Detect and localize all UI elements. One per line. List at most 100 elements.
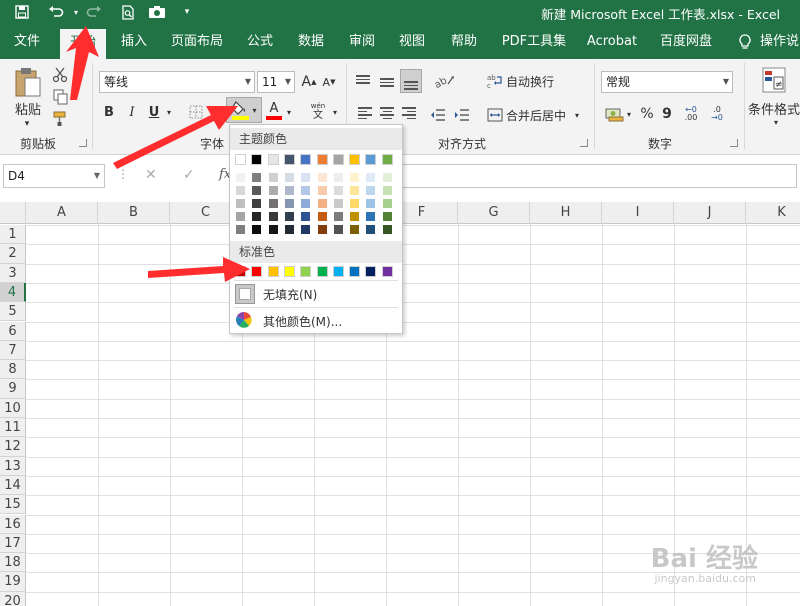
redo-icon[interactable]	[84, 3, 104, 21]
cancel-entry-button[interactable]: ✕	[145, 167, 157, 183]
theme-color-shade-swatch[interactable]	[349, 211, 361, 222]
borders-dropdown-icon[interactable]: ▾	[206, 101, 216, 123]
tab-view[interactable]: 视图	[390, 25, 434, 59]
theme-color-swatch[interactable]	[283, 154, 295, 165]
theme-color-swatch[interactable]	[251, 154, 263, 165]
theme-color-shade-swatch[interactable]	[316, 224, 328, 235]
row-header[interactable]: 20	[0, 591, 26, 606]
conditional-formatting-button[interactable]: 条件格式	[748, 99, 800, 118]
increase-indent-icon[interactable]	[452, 105, 472, 125]
theme-color-swatch[interactable]	[381, 154, 393, 165]
theme-color-shade-swatch[interactable]	[349, 172, 361, 183]
print-preview-icon[interactable]	[118, 3, 138, 21]
align-left-icon[interactable]	[358, 105, 376, 125]
row-header[interactable]: 9	[0, 379, 26, 399]
column-header[interactable]: I	[602, 202, 674, 224]
wrap-text-icon[interactable]: ab c	[486, 71, 504, 91]
theme-color-shade-swatch[interactable]	[283, 224, 295, 235]
tab-page-layout[interactable]: 页面布局	[162, 25, 232, 59]
row-header[interactable]: 1	[0, 225, 26, 245]
theme-color-shade-swatch[interactable]	[332, 172, 344, 183]
clipboard-launcher-icon[interactable]	[79, 139, 87, 147]
theme-color-shade-swatch[interactable]	[332, 224, 344, 235]
theme-color-shade-swatch[interactable]	[365, 172, 377, 183]
theme-color-shade-swatch[interactable]	[251, 198, 263, 209]
underline-dropdown-icon[interactable]: ▾	[164, 101, 174, 123]
align-center-icon[interactable]	[380, 105, 398, 125]
camera-icon[interactable]	[147, 3, 167, 21]
theme-color-shade-swatch[interactable]	[300, 172, 312, 183]
name-box[interactable]: D4 ▼	[3, 164, 105, 188]
align-right-icon[interactable]	[402, 105, 420, 125]
theme-color-shade-swatch[interactable]	[267, 198, 279, 209]
cut-icon[interactable]	[50, 65, 70, 85]
theme-color-shade-swatch[interactable]	[365, 211, 377, 222]
theme-color-swatch[interactable]	[316, 154, 328, 165]
tab-acrobat[interactable]: Acrobat	[580, 25, 644, 59]
theme-color-shade-swatch[interactable]	[283, 185, 295, 196]
tab-insert[interactable]: 插入	[112, 25, 156, 59]
theme-color-shade-swatch[interactable]	[283, 172, 295, 183]
row-header[interactable]: 13	[0, 456, 26, 476]
grow-font-button[interactable]: A ▲	[300, 71, 318, 93]
number-launcher-icon[interactable]	[730, 139, 738, 147]
theme-color-swatch[interactable]	[235, 154, 246, 165]
bold-button[interactable]: B	[101, 101, 117, 123]
theme-color-shade-swatch[interactable]	[316, 185, 328, 196]
format-painter-icon[interactable]	[50, 109, 70, 129]
standard-color-swatch[interactable]	[300, 266, 312, 277]
comma-style-button[interactable]: 9	[660, 103, 674, 125]
accounting-dropdown-icon[interactable]: ▾	[625, 103, 633, 125]
lightbulb-icon[interactable]	[736, 25, 754, 59]
row-header[interactable]: 3	[0, 263, 26, 283]
merge-dropdown-icon[interactable]: ▾	[572, 105, 582, 125]
undo-icon[interactable]	[46, 3, 66, 21]
increase-decimal-button[interactable]: ←0.00	[680, 103, 702, 125]
theme-color-shade-swatch[interactable]	[251, 224, 263, 235]
theme-color-shade-swatch[interactable]	[251, 172, 263, 183]
theme-color-shade-swatch[interactable]	[300, 224, 312, 235]
drag-handle-icon[interactable]: ⋮	[117, 167, 129, 181]
theme-color-shade-swatch[interactable]	[267, 211, 279, 222]
theme-color-shade-swatch[interactable]	[316, 172, 328, 183]
tab-file[interactable]: 文件	[4, 25, 50, 59]
theme-color-shade-swatch[interactable]	[365, 198, 377, 209]
tab-pdf-tools[interactable]: PDF工具集	[496, 25, 572, 59]
italic-button[interactable]: I	[124, 101, 140, 123]
decrease-indent-icon[interactable]	[428, 105, 448, 125]
tab-baidu-netdisk[interactable]: 百度网盘	[654, 25, 718, 59]
theme-color-shade-swatch[interactable]	[316, 211, 328, 222]
tab-review[interactable]: 审阅	[340, 25, 384, 59]
theme-color-shade-swatch[interactable]	[381, 172, 393, 183]
paste-icon[interactable]	[10, 64, 46, 100]
wrap-text-button[interactable]: 自动换行	[506, 71, 558, 91]
column-header[interactable]: A	[26, 202, 98, 224]
standard-color-swatch[interactable]	[365, 266, 377, 277]
theme-color-swatch[interactable]	[267, 154, 279, 165]
phonetic-guide-button[interactable]: wén 文	[306, 99, 330, 123]
theme-color-shade-swatch[interactable]	[332, 211, 344, 222]
standard-color-swatch[interactable]	[349, 266, 361, 277]
conditional-dropdown-icon[interactable]: ▾	[770, 117, 782, 127]
theme-color-shade-swatch[interactable]	[381, 224, 393, 235]
row-header[interactable]: 17	[0, 533, 26, 554]
theme-color-swatch[interactable]	[349, 154, 361, 165]
bottom-align-icon[interactable]	[400, 69, 422, 93]
theme-color-shade-swatch[interactable]	[349, 224, 361, 235]
theme-color-shade-swatch[interactable]	[235, 172, 246, 183]
theme-color-shade-swatch[interactable]	[267, 172, 279, 183]
tab-data[interactable]: 数据	[289, 25, 333, 59]
row-header[interactable]: 11	[0, 418, 26, 438]
theme-color-shade-swatch[interactable]	[332, 185, 344, 196]
merge-center-button[interactable]: 合并后居中	[506, 105, 568, 125]
theme-color-shade-swatch[interactable]	[267, 224, 279, 235]
borders-icon[interactable]	[186, 101, 206, 123]
standard-color-swatch[interactable]	[267, 266, 279, 277]
theme-color-shade-swatch[interactable]	[381, 211, 393, 222]
column-header[interactable]: K	[746, 202, 800, 224]
theme-color-shade-swatch[interactable]	[251, 185, 263, 196]
theme-color-shade-swatch[interactable]	[332, 198, 344, 209]
standard-color-swatch[interactable]	[251, 266, 263, 277]
theme-color-shade-swatch[interactable]	[235, 185, 246, 196]
fill-color-button[interactable]: ▾	[226, 97, 262, 123]
